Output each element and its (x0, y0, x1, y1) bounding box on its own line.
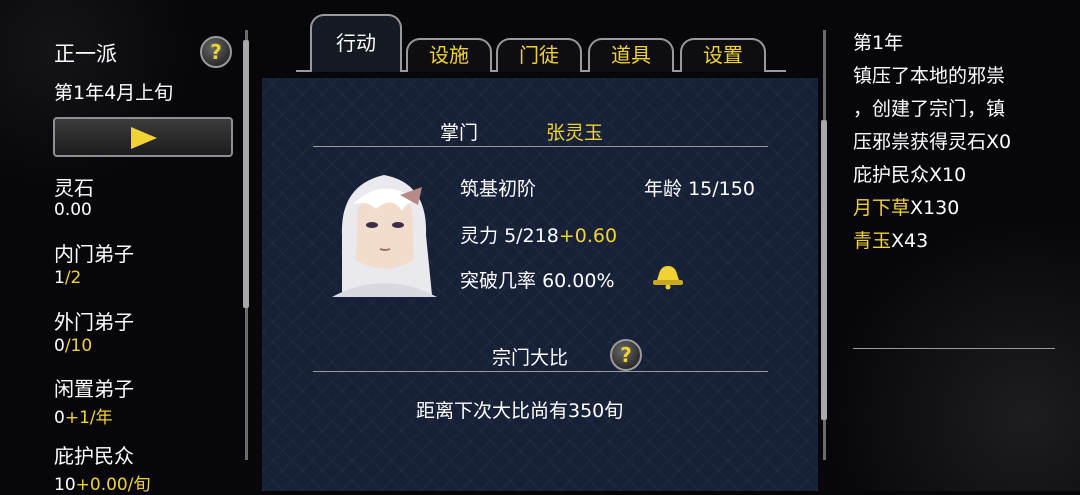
leader-name[interactable]: 张灵玉 (546, 118, 603, 145)
stat-value-protected-people: 10+0.00/旬 (54, 475, 151, 495)
stat-label-spirit-stones: 灵石 (54, 176, 94, 200)
leader-age: 年龄 15/150 (644, 178, 755, 200)
sidebar-scroll-thumb[interactable] (243, 40, 249, 308)
tab-items[interactable]: 道具 (588, 38, 674, 72)
stat-label-inner-disciples: 内门弟子 (54, 242, 134, 266)
game-date: 第1年4月上旬 (54, 82, 174, 104)
stat-value-spirit-stones: 0.00 (54, 200, 92, 220)
help-icon[interactable]: ? (200, 36, 232, 68)
stat-label-protected-people: 庇护民众 (54, 444, 134, 468)
leader-realm: 筑基初阶 (460, 178, 537, 200)
log-line: 镇压了本地的邪祟 (853, 65, 1006, 87)
log-line: 压邪祟获得灵石X0 (853, 131, 1012, 153)
tournament-help-icon[interactable]: ? (610, 339, 642, 371)
tab-action[interactable]: 行动 (310, 14, 402, 72)
play-icon (131, 127, 157, 149)
log-divider (853, 348, 1055, 349)
panel-scroll-thumb[interactable] (821, 120, 827, 420)
stat-value-inner-disciples: 1/2 (54, 268, 82, 288)
leader-title: 掌门 (440, 122, 479, 144)
stat-value-outer-disciples: 0/10 (54, 336, 93, 356)
stat-value-idle-disciples: 0+1/年 (54, 408, 113, 428)
log-year: 第1年 (853, 32, 904, 54)
tournament-divider (313, 371, 768, 372)
tab-settings[interactable]: 设置 (680, 38, 766, 72)
sect-sidebar: 正一派 ? 第1年4月上旬 灵石 0.00 内门弟子 1/2 外门弟子 0/10… (0, 0, 250, 495)
log-reward: 月下草X130 (853, 197, 960, 219)
stat-label-outer-disciples: 外门弟子 (54, 310, 134, 334)
bell-icon[interactable] (651, 264, 685, 290)
leader-breakthrough-rate: 突破几率 60.00% (460, 270, 615, 292)
stat-label-idle-disciples: 闲置弟子 (54, 377, 134, 401)
leader-portrait[interactable] (322, 165, 445, 297)
sect-name: 正一派 (54, 42, 117, 66)
log-line: 庇护民众X10 (853, 164, 967, 186)
advance-time-button[interactable] (53, 117, 233, 157)
tournament-countdown: 距离下次大比尚有350旬 (416, 400, 624, 422)
leader-divider (313, 146, 768, 147)
log-reward: 青玉X43 (853, 230, 929, 252)
tab-disciples[interactable]: 门徒 (496, 38, 582, 72)
tournament-title: 宗门大比 (492, 347, 569, 369)
log-line: ，创建了宗门，镇 (853, 98, 1006, 120)
tab-facilities[interactable]: 设施 (406, 38, 492, 72)
event-log: 第1年 镇压了本地的邪祟 ，创建了宗门，镇 压邪祟获得灵石X0 庇护民众X10 … (853, 27, 1053, 258)
leader-spirit-power: 灵力 5/218+0.60 (460, 225, 618, 247)
